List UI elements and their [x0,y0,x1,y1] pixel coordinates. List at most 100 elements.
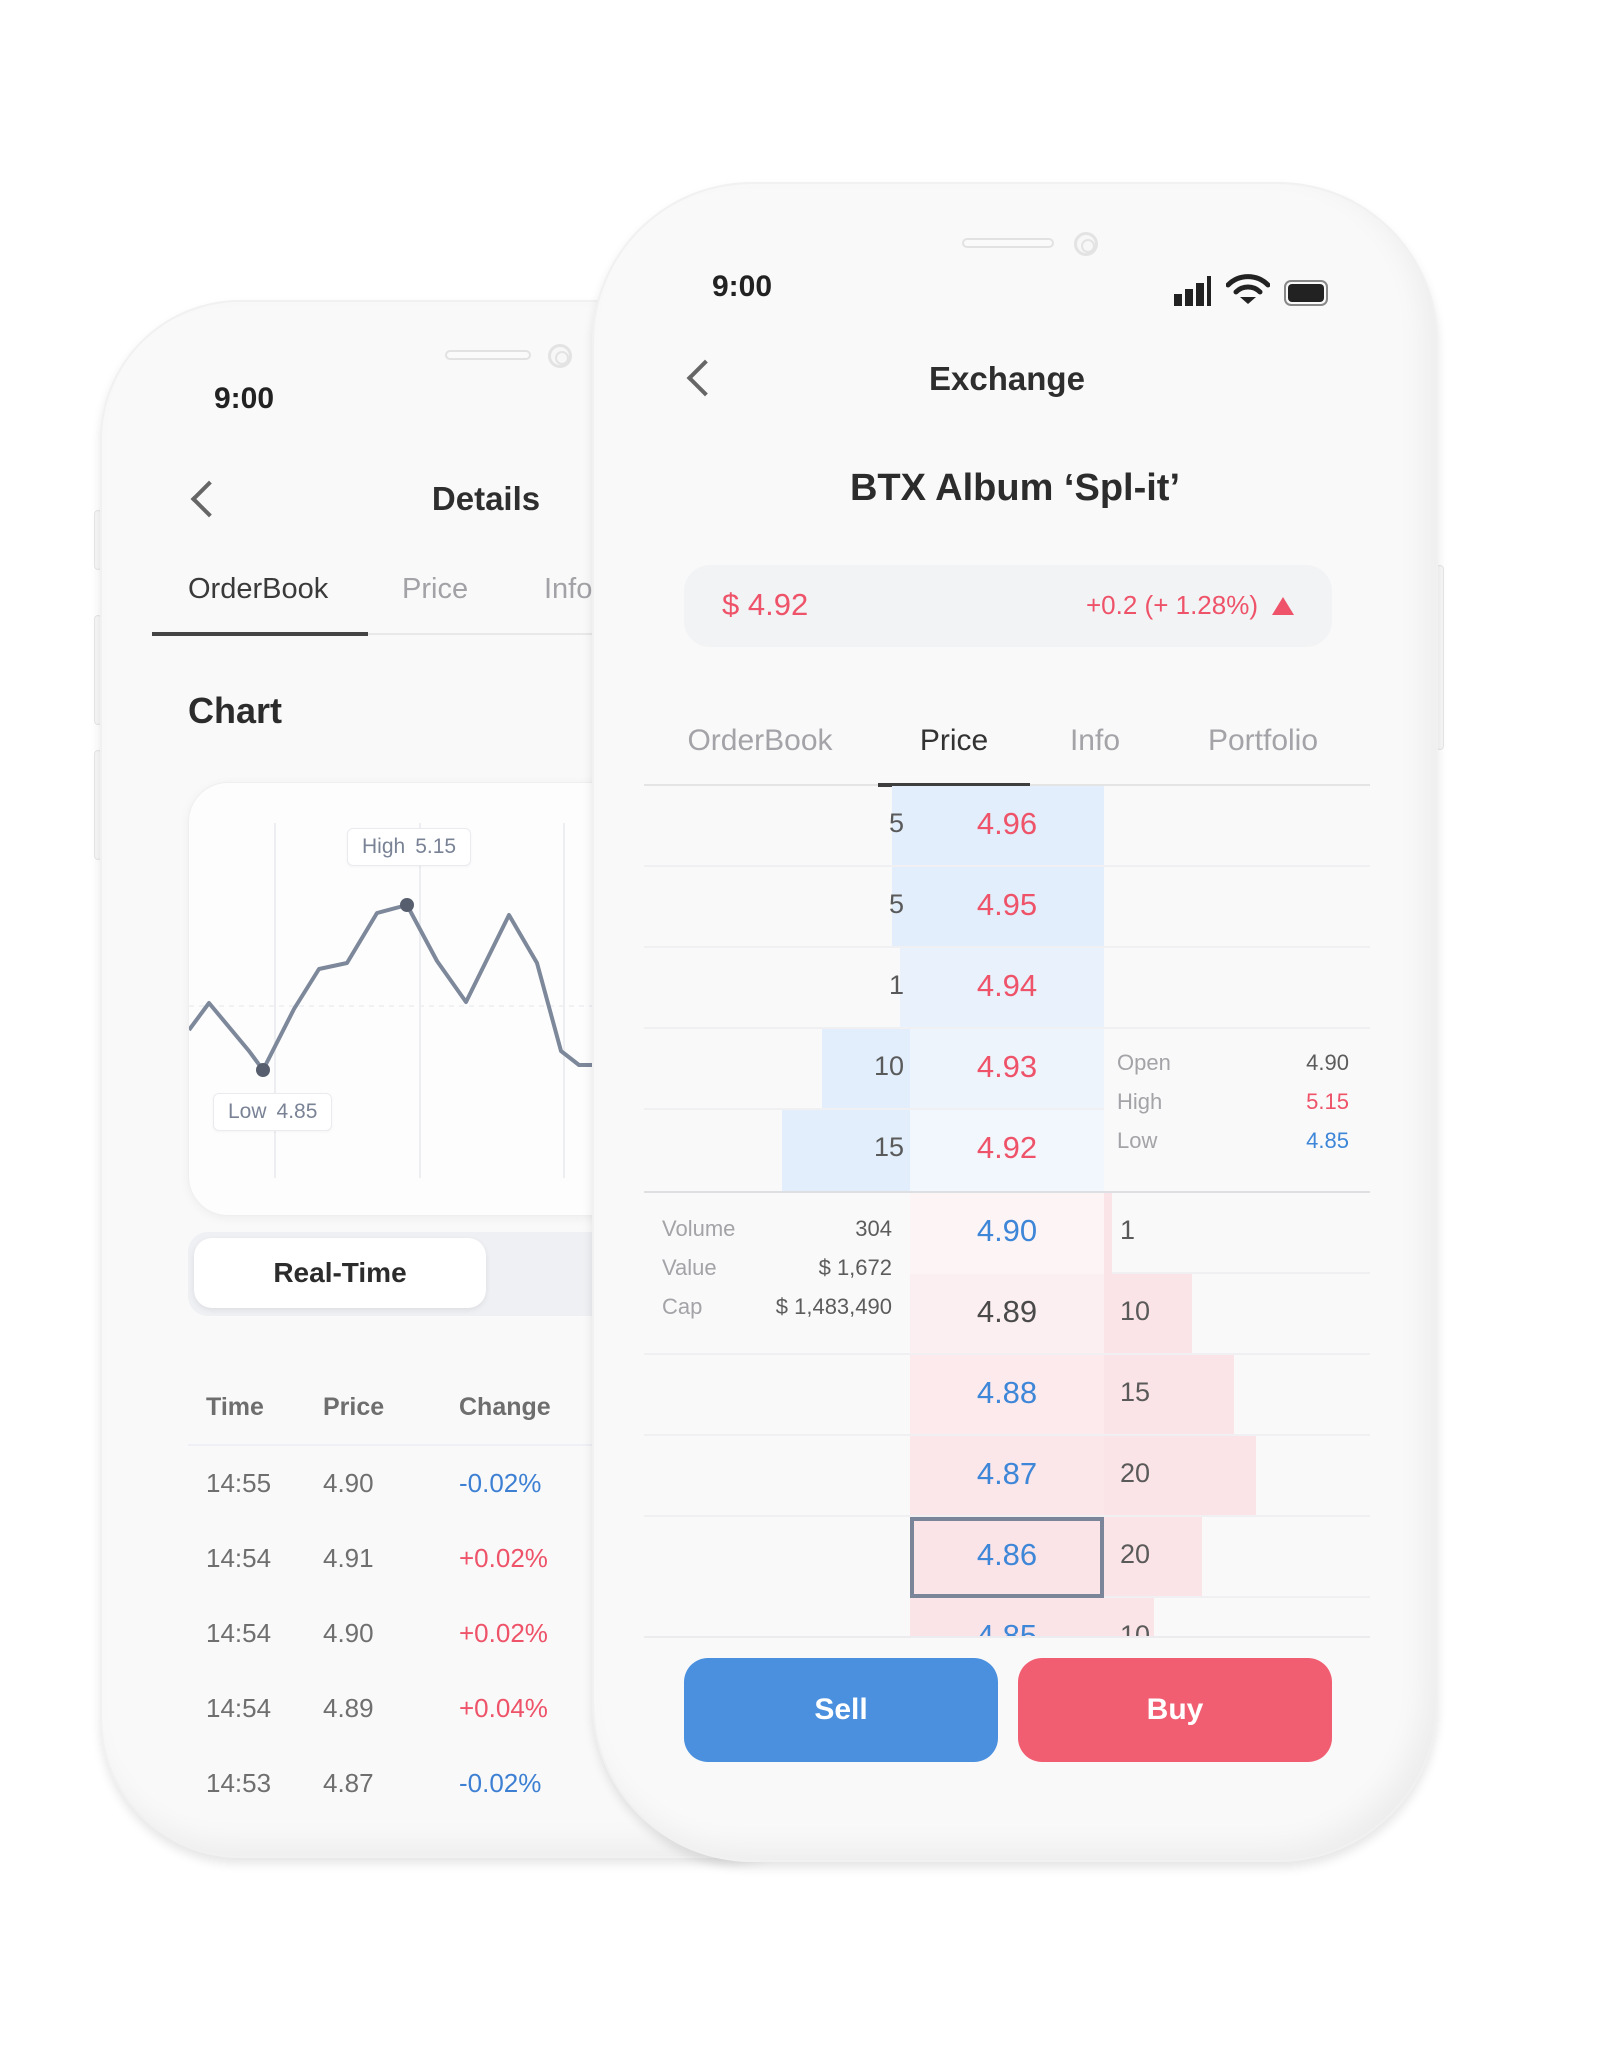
low-tag-label: Low [228,1100,267,1123]
bid-qty: 20 [1120,1539,1151,1569]
sell-button[interactable]: Sell [684,1658,998,1762]
ask-qty: 10 [873,1051,904,1081]
bid-price: 4.85 [976,1618,1038,1636]
wifi-icon [1226,274,1270,304]
status-time: 9:00 [214,382,275,415]
stat-label: High [1117,1089,1163,1114]
stat-label: Cap [662,1294,703,1319]
book-bottom-divider [644,1636,1370,1638]
tab-price[interactable]: Price [920,724,988,758]
cell-price: 4.90 [323,1468,374,1498]
ask-qty: 5 [888,889,904,919]
section-title: Chart [188,690,283,731]
bid-qty: 10 [1120,1296,1151,1326]
stat-volume: Volume 304 [662,1216,892,1255]
front-camera [1074,232,1098,256]
segment-real-time[interactable]: Real-Time [194,1238,486,1308]
buy-button[interactable]: Buy [1018,1658,1332,1762]
stat-high: High 5.15 [1117,1089,1349,1128]
bid-depth-bar [1104,1517,1202,1598]
front-phone: 9:00 Exchange BTX Album ‘Spl-it’ $ 4.92 … [592,182,1438,1862]
ask-price: 4.93 [976,1049,1038,1084]
bid-depth-bar [1104,1193,1112,1274]
market-stats: Volume 304 Value $ 1,672 Cap $ 1,483,490 [662,1216,892,1333]
signal-icon [1174,276,1211,306]
speaker-grille [445,350,531,360]
bid-qty: 15 [1120,1377,1151,1407]
tab-portfolio[interactable]: Portfolio [1208,724,1318,758]
low-tag: Low 4.85 [213,1093,333,1131]
ask-price: 4.94 [976,968,1038,1003]
high-tag-label: High [362,835,406,858]
speaker-grille [962,238,1054,248]
stat-value-traded: Value $ 1,672 [662,1255,892,1294]
order-book: 5 4.96 5 4.95 1 4.94 10 4.93 15 4.92 Ope… [644,786,1370,1636]
price-change: +0.2 (+ 1.28%) [1086,590,1258,620]
stat-value: 4.90 [1306,1050,1349,1075]
current-price: $ 4.92 [722,587,809,622]
back-chevron-icon[interactable] [190,480,228,518]
up-triangle-icon [1272,597,1294,615]
ask-row[interactable]: 1 4.94 [644,948,1370,1029]
header-price: Price [323,1392,385,1421]
ask-price: 4.96 [976,806,1038,841]
ask-price: 4.92 [976,1130,1038,1165]
tab-bar: OrderBook Price Info Portfolio [644,702,1370,787]
cell-time: 14:54 [206,1543,272,1573]
tab-orderbook[interactable]: OrderBook [687,724,832,758]
active-tab-indicator [152,632,368,636]
stat-label: Low [1117,1128,1158,1153]
ask-price: 4.95 [976,887,1038,922]
cell-time: 14:54 [206,1693,272,1723]
battery-icon [1284,280,1328,306]
cell-change: -0.02% [459,1768,542,1798]
bid-row[interactable]: 4.85 10 [644,1598,1370,1636]
ask-row[interactable]: 5 4.95 [644,867,1370,948]
cell-price: 4.90 [323,1618,374,1648]
stat-value: 4.85 [1306,1128,1349,1153]
cell-time: 14:54 [206,1618,272,1648]
stat-label: Open [1117,1050,1171,1075]
stat-value: $ 1,483,490 [775,1294,892,1319]
bid-price: 4.90 [976,1213,1038,1248]
nav-title: Details [431,480,541,517]
bid-qty: 10 [1120,1620,1151,1636]
stat-label: Value [662,1255,717,1280]
price-summary: $ 4.92 +0.2 (+ 1.28%) [684,565,1332,647]
nav-title: Exchange [929,360,1085,397]
header-time: Time [206,1392,264,1421]
tab-orderbook[interactable]: OrderBook [188,573,328,606]
stat-value: 5.15 [1306,1089,1349,1114]
status-bar-icons [1174,274,1328,306]
status-time: 9:00 [712,270,773,303]
high-tag-value: 5.15 [415,835,457,858]
low-tag-value: 4.85 [276,1100,318,1123]
bid-row[interactable]: 4.87 20 [644,1436,1370,1517]
tab-price[interactable]: Price [402,573,468,606]
cell-price: 4.89 [323,1693,374,1723]
low-point-marker [256,1063,270,1077]
tab-info[interactable]: Info [1070,724,1120,758]
back-chevron-icon[interactable] [686,359,724,397]
high-tag: High 5.15 [347,828,472,866]
stat-low: Low 4.85 [1117,1128,1349,1167]
cell-price: 4.87 [323,1768,374,1798]
ask-row[interactable]: 5 4.96 [644,786,1370,867]
stat-label: Volume [662,1216,736,1241]
bid-price: 4.88 [976,1375,1038,1410]
ask-qty: 5 [888,808,904,838]
tab-info[interactable]: Info [544,573,592,606]
bid-qty: 1 [1120,1215,1136,1245]
cell-price: 4.91 [323,1543,374,1573]
bid-row-selected[interactable]: 4.86 20 [644,1517,1370,1598]
high-point-marker [400,898,414,912]
bid-qty: 20 [1120,1458,1151,1488]
stats-divider [644,1353,910,1355]
ohl-stats: Open 4.90 High 5.15 Low 4.85 [1117,1050,1349,1167]
cell-time: 14:53 [206,1768,272,1798]
ask-qty: 15 [873,1132,904,1162]
stat-value: 304 [855,1216,892,1241]
cell-time: 14:55 [206,1468,272,1498]
bid-row[interactable]: 4.88 15 [644,1355,1370,1436]
stat-cap: Cap $ 1,483,490 [662,1294,892,1333]
